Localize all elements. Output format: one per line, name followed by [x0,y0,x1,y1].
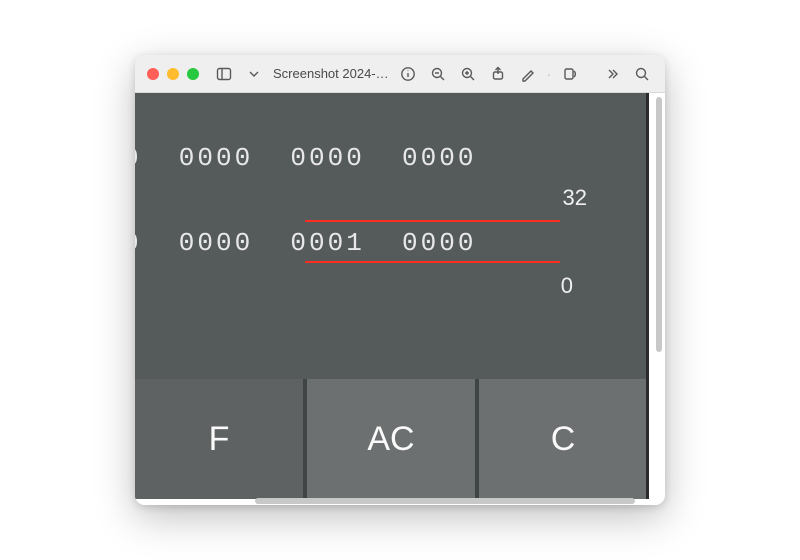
chevron-down-icon[interactable] [243,63,265,85]
binary-display: 0 0000 0000 0000 32 0 0000 0001 0000 0 [135,93,647,379]
zoom-window-button[interactable] [187,68,199,80]
titlebar: Screenshot 2024-… · [135,55,665,93]
share-icon[interactable] [487,63,509,85]
info-icon[interactable] [397,63,419,85]
markup-icon[interactable] [517,63,539,85]
zoom-out-icon[interactable] [427,63,449,85]
content-area: 0 0000 0000 0000 32 0 0000 0001 0000 0 F… [135,93,665,505]
bit-row-lower[interactable]: 0 0000 0001 0000 [135,228,476,258]
search-icon[interactable] [631,63,653,85]
key-c[interactable]: C [479,379,647,499]
bit-row-upper[interactable]: 0 0000 0000 0000 [135,143,476,173]
rotate-icon[interactable] [559,63,581,85]
annotation-line-top [305,220,560,222]
vertical-scrollbar-thumb[interactable] [656,97,662,352]
key-f[interactable]: F [135,379,303,499]
sidebar-icon[interactable] [213,63,235,85]
calculator-keys: F AC C [135,379,647,499]
bit-index-label-32: 32 [563,185,587,211]
more-icon[interactable] [601,63,623,85]
vertical-scrollbar-track[interactable] [656,97,662,489]
key-ac[interactable]: AC [307,379,475,499]
bit-index-label-0: 0 [561,273,573,299]
window-title: Screenshot 2024-… [273,66,389,81]
preview-window: Screenshot 2024-… · 0 0 [135,55,665,505]
window-controls [147,68,199,80]
toolbar-separator: · [547,66,552,82]
zoom-in-icon[interactable] [457,63,479,85]
minimize-window-button[interactable] [167,68,179,80]
calculator-view: 0 0000 0000 0000 32 0 0000 0001 0000 0 F… [135,93,647,499]
annotation-line-bottom [305,261,560,263]
close-window-button[interactable] [147,68,159,80]
horizontal-scrollbar[interactable] [255,498,635,504]
